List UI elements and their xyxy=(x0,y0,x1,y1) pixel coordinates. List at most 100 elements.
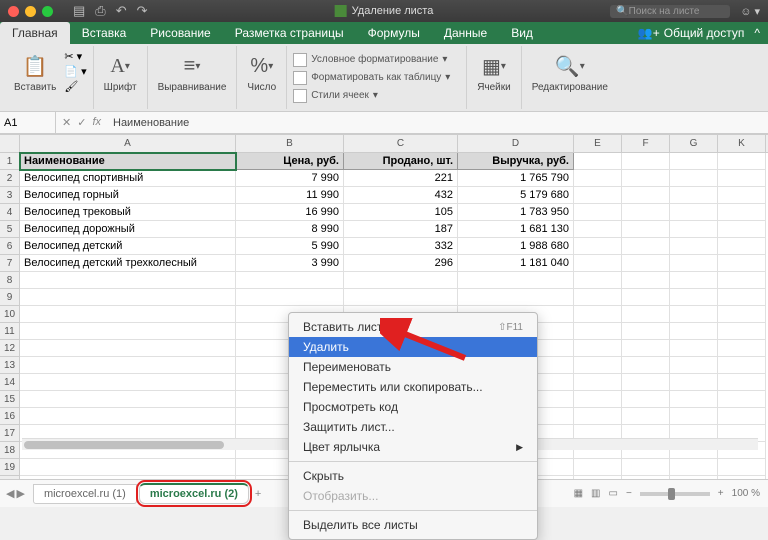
sheet-tab-1[interactable]: microexcel.ru (1) xyxy=(33,484,137,504)
cell[interactable] xyxy=(622,289,670,306)
cell[interactable] xyxy=(718,187,766,204)
view-normal-icon[interactable]: ▦ xyxy=(574,488,583,499)
cell[interactable] xyxy=(670,289,718,306)
cell[interactable]: 8 990 xyxy=(236,221,344,238)
format-as-table-button[interactable]: Форматировать как таблицу ▾ xyxy=(293,70,460,86)
cell[interactable] xyxy=(574,391,622,408)
cell[interactable] xyxy=(344,289,458,306)
cell[interactable] xyxy=(622,408,670,425)
column-header-d[interactable]: D xyxy=(458,135,574,152)
cell[interactable]: Выручка, руб. xyxy=(458,153,574,170)
cell[interactable] xyxy=(718,255,766,272)
cells-group[interactable]: ▦▾ Ячейки xyxy=(473,48,515,95)
tab-home[interactable]: Главная xyxy=(0,22,70,44)
cell[interactable] xyxy=(574,459,622,476)
cell[interactable]: Велосипед дорожный xyxy=(20,221,236,238)
row-header[interactable]: 16 xyxy=(0,408,20,425)
cell[interactable] xyxy=(718,289,766,306)
user-icon[interactable]: ☺ ▾ xyxy=(740,5,760,18)
cm-rename-sheet[interactable]: Переименовать xyxy=(289,357,537,377)
cell[interactable] xyxy=(670,238,718,255)
cell[interactable] xyxy=(574,357,622,374)
cell[interactable]: Велосипед горный xyxy=(20,187,236,204)
row-header[interactable]: 3 xyxy=(0,187,20,204)
row-header[interactable]: 9 xyxy=(0,289,20,306)
column-header-a[interactable]: A xyxy=(20,135,236,152)
cell[interactable] xyxy=(622,272,670,289)
cell[interactable] xyxy=(458,272,574,289)
cm-view-code[interactable]: Просмотреть код xyxy=(289,397,537,417)
cell[interactable] xyxy=(20,374,236,391)
cell[interactable] xyxy=(20,323,236,340)
row-header[interactable]: 13 xyxy=(0,357,20,374)
row-header[interactable]: 14 xyxy=(0,374,20,391)
cell[interactable]: 221 xyxy=(344,170,458,187)
cell[interactable] xyxy=(574,323,622,340)
tab-data[interactable]: Данные xyxy=(432,22,499,44)
format-painter-icon[interactable]: 🖌 xyxy=(64,80,86,93)
cell[interactable] xyxy=(20,289,236,306)
name-box[interactable]: A1 xyxy=(0,112,56,133)
cell[interactable] xyxy=(574,221,622,238)
close-window-button[interactable] xyxy=(8,6,19,17)
cell[interactable] xyxy=(574,340,622,357)
column-header-k[interactable]: K xyxy=(718,135,766,152)
cell[interactable] xyxy=(20,272,236,289)
cell[interactable] xyxy=(622,391,670,408)
select-all-corner[interactable] xyxy=(0,135,20,152)
cell[interactable]: 7 990 xyxy=(236,170,344,187)
cell[interactable] xyxy=(458,289,574,306)
cell[interactable] xyxy=(718,357,766,374)
table-row[interactable]: 5Велосипед дорожный8 9901871 681 130 xyxy=(0,221,768,238)
cell[interactable] xyxy=(670,306,718,323)
cell[interactable] xyxy=(718,459,766,476)
maximize-window-button[interactable] xyxy=(42,6,53,17)
cell[interactable]: 1 765 790 xyxy=(458,170,574,187)
cell[interactable] xyxy=(622,374,670,391)
row-header[interactable]: 18 xyxy=(0,442,20,459)
cell[interactable] xyxy=(574,374,622,391)
row-header[interactable]: 6 xyxy=(0,238,20,255)
row-header[interactable]: 1 xyxy=(0,153,20,170)
zoom-slider[interactable] xyxy=(640,492,710,496)
row-header[interactable]: 7 xyxy=(0,255,20,272)
cell[interactable] xyxy=(236,289,344,306)
cell[interactable] xyxy=(670,204,718,221)
cell[interactable] xyxy=(622,357,670,374)
cell[interactable] xyxy=(622,340,670,357)
cm-insert-sheet[interactable]: Вставить лист⇧F11 xyxy=(289,317,537,337)
row-header[interactable]: 5 xyxy=(0,221,20,238)
cell[interactable] xyxy=(20,391,236,408)
cell[interactable] xyxy=(574,170,622,187)
row-header[interactable]: 10 xyxy=(0,306,20,323)
cell[interactable] xyxy=(344,272,458,289)
cell[interactable]: 105 xyxy=(344,204,458,221)
cell[interactable] xyxy=(670,187,718,204)
cell[interactable]: 296 xyxy=(344,255,458,272)
cm-protect-sheet[interactable]: Защитить лист... xyxy=(289,417,537,437)
row-header[interactable]: 15 xyxy=(0,391,20,408)
cell[interactable]: 1 681 130 xyxy=(458,221,574,238)
table-row[interactable]: 4Велосипед трековый16 9901051 783 950 xyxy=(0,204,768,221)
cell[interactable]: Велосипед трековый xyxy=(20,204,236,221)
tab-draw[interactable]: Рисование xyxy=(138,22,222,44)
cell[interactable]: 16 990 xyxy=(236,204,344,221)
cell[interactable]: Велосипед спортивный xyxy=(20,170,236,187)
cell[interactable]: 1 988 680 xyxy=(458,238,574,255)
cell-styles-button[interactable]: Стили ячеек ▾ xyxy=(293,88,460,104)
cell[interactable] xyxy=(670,374,718,391)
cell[interactable] xyxy=(574,306,622,323)
cell[interactable] xyxy=(622,187,670,204)
redo-icon[interactable]: ↷ xyxy=(137,3,148,19)
cm-delete-sheet[interactable]: Удалить xyxy=(289,337,537,357)
row-header[interactable]: 11 xyxy=(0,323,20,340)
cm-select-all-sheets[interactable]: Выделить все листы xyxy=(289,515,537,535)
alignment-group[interactable]: ≡▾ Выравнивание xyxy=(154,48,231,95)
conditional-formatting-button[interactable]: Условное форматирование ▾ xyxy=(293,52,460,68)
cell[interactable] xyxy=(574,204,622,221)
cell[interactable] xyxy=(622,170,670,187)
table-row[interactable]: 3Велосипед горный11 9904325 179 680 xyxy=(0,187,768,204)
row-header[interactable]: 8 xyxy=(0,272,20,289)
cell[interactable] xyxy=(622,255,670,272)
cell[interactable] xyxy=(670,170,718,187)
